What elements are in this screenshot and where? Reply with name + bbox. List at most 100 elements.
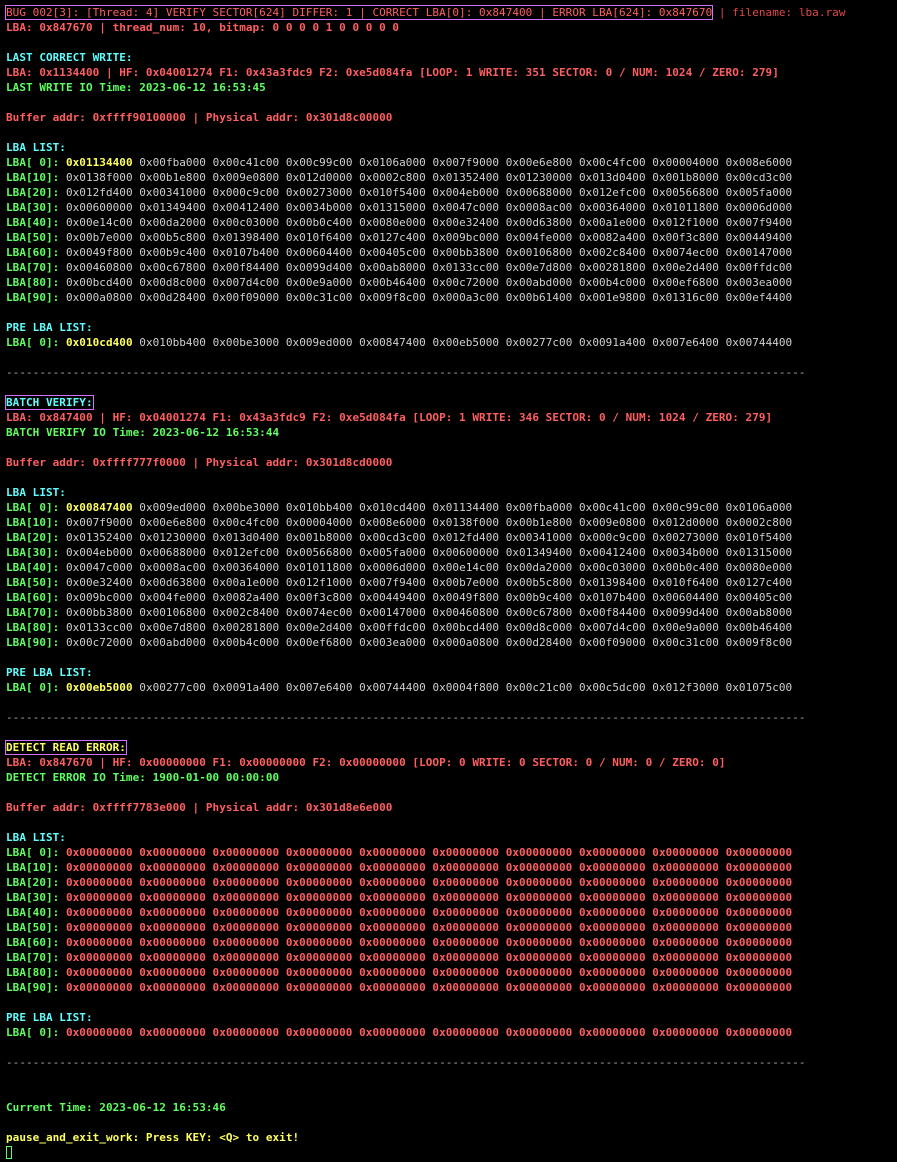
buffer-addr: Buffer addr: 0xffff777f0000 | Physical a… bbox=[6, 456, 393, 469]
lba-row-label: LBA[90]: bbox=[6, 981, 60, 994]
lba-row-values: 0x004eb000 0x00688000 0x012efc00 0x00566… bbox=[59, 546, 793, 559]
lba-row-values: 0x00000000 0x00000000 0x00000000 0x00000… bbox=[59, 861, 793, 874]
io-time: BATCH VERIFY IO Time: 2023-06-12 16:53:4… bbox=[6, 426, 280, 439]
sections-container: LAST CORRECT WRITE: LBA: 0x1134400 | HF: … bbox=[5, 50, 897, 1085]
lba-row: LBA[60]: 0x00000000 0x00000000 0x0000000… bbox=[6, 935, 897, 950]
input-line[interactable] bbox=[6, 1145, 897, 1160]
lba-row-label: LBA[20]: bbox=[6, 186, 60, 199]
lba-row-label: LBA[10]: bbox=[6, 861, 60, 874]
lba-row-values: 0x00c72000 0x00abd000 0x00b4c000 0x00ef6… bbox=[59, 636, 793, 649]
terminal-window[interactable]: BUG 002[3]: [Thread: 4] VERIFY SECTOR[62… bbox=[0, 0, 897, 1162]
lba-row: LBA[ 0]: 0x00000000 0x00000000 0x0000000… bbox=[6, 845, 897, 860]
lba-row-label: LBA[30]: bbox=[6, 891, 60, 904]
lba-row-values: 0x00600000 0x01349400 0x00412400 0x0034b… bbox=[59, 201, 793, 214]
lba-row-values: 0x00fba000 0x00c41c00 0x00c99c00 0x0106a… bbox=[132, 156, 793, 169]
lba-row-label: LBA[90]: bbox=[6, 636, 60, 649]
section-title: DETECT READ ERROR: bbox=[5, 740, 127, 755]
lba-row: LBA[90]: 0x00000000 0x00000000 0x0000000… bbox=[6, 980, 897, 995]
io-time: LAST WRITE IO Time: 2023-06-12 16:53:45 bbox=[6, 81, 266, 94]
lba-row: LBA[10]: 0x007f9000 0x00e6e800 0x00c4fc0… bbox=[6, 515, 897, 530]
exit-prompt: pause_and_exit_work: Press KEY: <Q> to e… bbox=[6, 1131, 300, 1144]
lba-row: LBA[80]: 0x00000000 0x00000000 0x0000000… bbox=[6, 965, 897, 980]
lba-row: LBA[80]: 0x0133cc00 0x00e7d800 0x0028180… bbox=[6, 620, 897, 635]
terminal-cursor[interactable] bbox=[6, 1146, 12, 1159]
pre-lba-list-title: PRE LBA LIST: bbox=[6, 1011, 93, 1024]
lba-list-title: LBA LIST: bbox=[6, 141, 66, 154]
lba-row-label: LBA[60]: bbox=[6, 246, 60, 259]
lba-row-values: 0x00000000 0x00000000 0x00000000 0x00000… bbox=[59, 981, 793, 994]
lba-row-label: LBA[ 0]: bbox=[6, 501, 60, 514]
lba-row-values: 0x00b7e000 0x00b5c800 0x01398400 0x010f6… bbox=[59, 231, 793, 244]
lba-list-title: LBA LIST: bbox=[6, 831, 66, 844]
lba-row: LBA[40]: 0x00000000 0x00000000 0x0000000… bbox=[6, 905, 897, 920]
lba-row-values: 0x0047c000 0x0008ac00 0x00364000 0x01011… bbox=[59, 561, 793, 574]
lba-row-label: LBA[30]: bbox=[6, 201, 60, 214]
lba-first-value: 0x01134400 bbox=[65, 156, 133, 169]
lba-row-label: LBA[40]: bbox=[6, 216, 60, 229]
lba-row-values: 0x00000000 0x00000000 0x00000000 0x00000… bbox=[59, 1026, 793, 1039]
lba-row-label: LBA[60]: bbox=[6, 936, 60, 949]
lba-row: LBA[30]: 0x00000000 0x00000000 0x0000000… bbox=[6, 890, 897, 905]
current-time: Current Time: 2023-06-12 16:53:46 bbox=[6, 1101, 226, 1114]
section-info: LBA: 0x847670 | HF: 0x00000000 F1: 0x000… bbox=[6, 756, 726, 769]
section-title-line: DETECT READ ERROR: bbox=[5, 740, 897, 755]
lba-row: LBA[90]: 0x00c72000 0x00abd000 0x00b4c00… bbox=[6, 635, 897, 650]
lba-row-values: 0x00460800 0x00c67800 0x00f84400 0x0099d… bbox=[59, 261, 793, 274]
lba-row: LBA[10]: 0x00000000 0x00000000 0x0000000… bbox=[6, 860, 897, 875]
lba-row-label: LBA[40]: bbox=[6, 906, 60, 919]
lba-row-label: LBA[70]: bbox=[6, 261, 60, 274]
lba-row-label: LBA[90]: bbox=[6, 291, 60, 304]
lba-row: LBA[30]: 0x00600000 0x01349400 0x0041240… bbox=[6, 200, 897, 215]
lba-row: LBA[20]: 0x012fd400 0x00341000 0x000c9c0… bbox=[6, 185, 897, 200]
filename-label: | filename: lba.raw bbox=[712, 6, 846, 19]
lba-row-values: 0x00000000 0x00000000 0x00000000 0x00000… bbox=[59, 876, 793, 889]
lba-row-values: 0x012fd400 0x00341000 0x000c9c00 0x00273… bbox=[59, 186, 793, 199]
pre-lba-row: LBA[ 0]: 0x00eb5000 0x00277c00 0x0091a40… bbox=[6, 680, 897, 695]
lba-row-values: 0x00000000 0x00000000 0x00000000 0x00000… bbox=[59, 906, 793, 919]
lba-row-label: LBA[80]: bbox=[6, 276, 60, 289]
lba-row: LBA[40]: 0x00e14c00 0x00da2000 0x00c0300… bbox=[6, 215, 897, 230]
lba-row-values: 0x00bb3800 0x00106800 0x002c8400 0x0074e… bbox=[59, 606, 793, 619]
lba-row-label: LBA[10]: bbox=[6, 171, 60, 184]
lba-row: LBA[90]: 0x000a0800 0x00d28400 0x00f0900… bbox=[6, 290, 897, 305]
lba-row-label: LBA[80]: bbox=[6, 621, 60, 634]
lba-row-values: 0x000a0800 0x00d28400 0x00f09000 0x00c31… bbox=[59, 291, 793, 304]
lba-row-values: 0x00000000 0x00000000 0x00000000 0x00000… bbox=[59, 891, 793, 904]
lba-row-values: 0x00bcd400 0x00d8c000 0x007d4c00 0x00e9a… bbox=[59, 276, 793, 289]
lba-thread-line: LBA: 0x847670 | thread_num: 10, bitmap: … bbox=[6, 21, 400, 34]
lba-row-values: 0x009ed000 0x00be3000 0x010bb400 0x010cd… bbox=[132, 501, 793, 514]
lba-row: LBA[50]: 0x00b7e000 0x00b5c800 0x0139840… bbox=[6, 230, 897, 245]
lba-row-values: 0x00277c00 0x0091a400 0x007e6400 0x00744… bbox=[132, 681, 793, 694]
lba-row: LBA[50]: 0x00e32400 0x00d63800 0x00a1e00… bbox=[6, 575, 897, 590]
lba-row-label: LBA[60]: bbox=[6, 591, 60, 604]
section-info: LBA: 0x1134400 | HF: 0x04001274 F1: 0x43… bbox=[6, 66, 779, 79]
lba-row-values: 0x01352400 0x01230000 0x013d0400 0x001b8… bbox=[59, 531, 793, 544]
separator-line: ----------------------------------------… bbox=[6, 711, 806, 724]
lba-row-values: 0x00e14c00 0x00da2000 0x00c03000 0x00b0c… bbox=[59, 216, 793, 229]
lba-row-label: LBA[ 0]: bbox=[6, 846, 60, 859]
section-title: LAST CORRECT WRITE: bbox=[6, 51, 133, 64]
lba-row-label: LBA[70]: bbox=[6, 606, 60, 619]
lba-row: LBA[20]: 0x01352400 0x01230000 0x013d040… bbox=[6, 530, 897, 545]
lba-row-label: LBA[10]: bbox=[6, 516, 60, 529]
separator-line: ----------------------------------------… bbox=[6, 366, 806, 379]
pre-lba-list-title: PRE LBA LIST: bbox=[6, 321, 93, 334]
lba-row-values: 0x007f9000 0x00e6e800 0x00c4fc00 0x00004… bbox=[59, 516, 793, 529]
lba-first-value: 0x010cd400 bbox=[65, 336, 133, 349]
lba-row: LBA[80]: 0x00bcd400 0x00d8c000 0x007d4c0… bbox=[6, 275, 897, 290]
pre-lba-list-title: PRE LBA LIST: bbox=[6, 666, 93, 679]
lba-first-value: 0x00847400 bbox=[65, 501, 133, 514]
lba-row-values: 0x010bb400 0x00be3000 0x009ed000 0x00847… bbox=[132, 336, 793, 349]
lba-row: LBA[20]: 0x00000000 0x00000000 0x0000000… bbox=[6, 875, 897, 890]
lba-row-label: LBA[50]: bbox=[6, 921, 60, 934]
lba-row-values: 0x0049f800 0x00b9c400 0x0107b400 0x00604… bbox=[59, 246, 793, 259]
